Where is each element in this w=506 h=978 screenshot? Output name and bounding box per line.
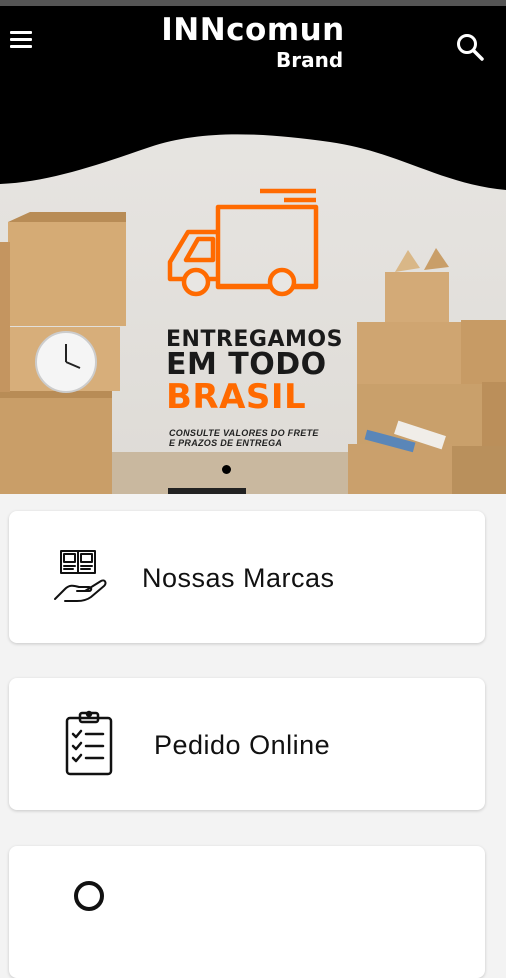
banner-subtext-line2: E PRAZOS DE ENTREGA [169,438,283,448]
search-button[interactable] [455,32,487,64]
card-label: Pedido Online [154,730,331,760]
app-header: INNcomun Brand [0,6,506,72]
pedido-online-card[interactable]: Pedido Online [9,678,485,810]
card-label: Nossas Marcas [142,563,335,593]
carousel-indicator-dot[interactable] [222,465,231,474]
promo-banner[interactable]: ENTREGAMOS EM TODO BRASIL CONSULTE VALOR… [0,72,506,494]
search-icon [74,881,104,911]
banner-headline-line3: BRASIL [166,377,307,417]
brand-name: INNcomun [161,12,345,48]
search-icon [457,34,484,61]
delivery-truck-icon [167,188,319,297]
catalog-hand-icon [54,550,107,602]
clipboard-checklist-icon [65,710,113,776]
nossas-marcas-card[interactable]: Nossas Marcas [9,511,485,643]
cardboard-boxes-right [348,248,506,494]
brand-subtitle: Brand [276,48,344,72]
brand-logo: INNcomun Brand [0,12,506,70]
search-card[interactable] [9,846,485,978]
wall-clock [35,331,97,393]
banner-subtext-line1: CONSULTE VALORES DO FRETE [169,428,319,438]
